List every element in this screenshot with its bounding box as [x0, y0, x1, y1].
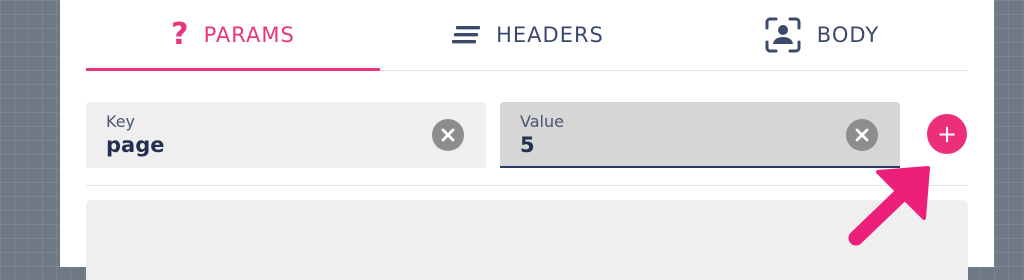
- lines-icon: [450, 24, 482, 46]
- user-frame-icon: [763, 15, 803, 55]
- pointer-arrow-icon: [848, 166, 930, 246]
- tab-params[interactable]: ? PARAMS: [86, 0, 380, 71]
- tab-headers-label: HEADERS: [496, 23, 604, 47]
- close-icon: [441, 128, 455, 142]
- params-list-area: [86, 200, 968, 280]
- key-field-label: Key: [106, 112, 136, 131]
- question-icon: ?: [171, 17, 190, 52]
- value-field-label: Value: [520, 112, 564, 131]
- divider: [86, 185, 968, 186]
- clear-value-button[interactable]: [846, 119, 878, 151]
- value-field-value[interactable]: 5: [520, 133, 535, 157]
- tab-headers[interactable]: HEADERS: [380, 0, 674, 70]
- key-field[interactable]: Key page: [86, 102, 486, 168]
- tab-body-label: BODY: [816, 23, 880, 47]
- add-param-button[interactable]: +: [927, 114, 967, 154]
- request-tabs: ? PARAMS HEADERS BODY: [86, 0, 968, 71]
- tab-params-label: PARAMS: [203, 23, 295, 47]
- tab-body[interactable]: BODY: [674, 0, 968, 70]
- close-icon: [855, 128, 869, 142]
- add-param-label: +: [936, 120, 958, 148]
- clear-key-button[interactable]: [432, 119, 464, 151]
- key-field-value[interactable]: page: [106, 133, 164, 157]
